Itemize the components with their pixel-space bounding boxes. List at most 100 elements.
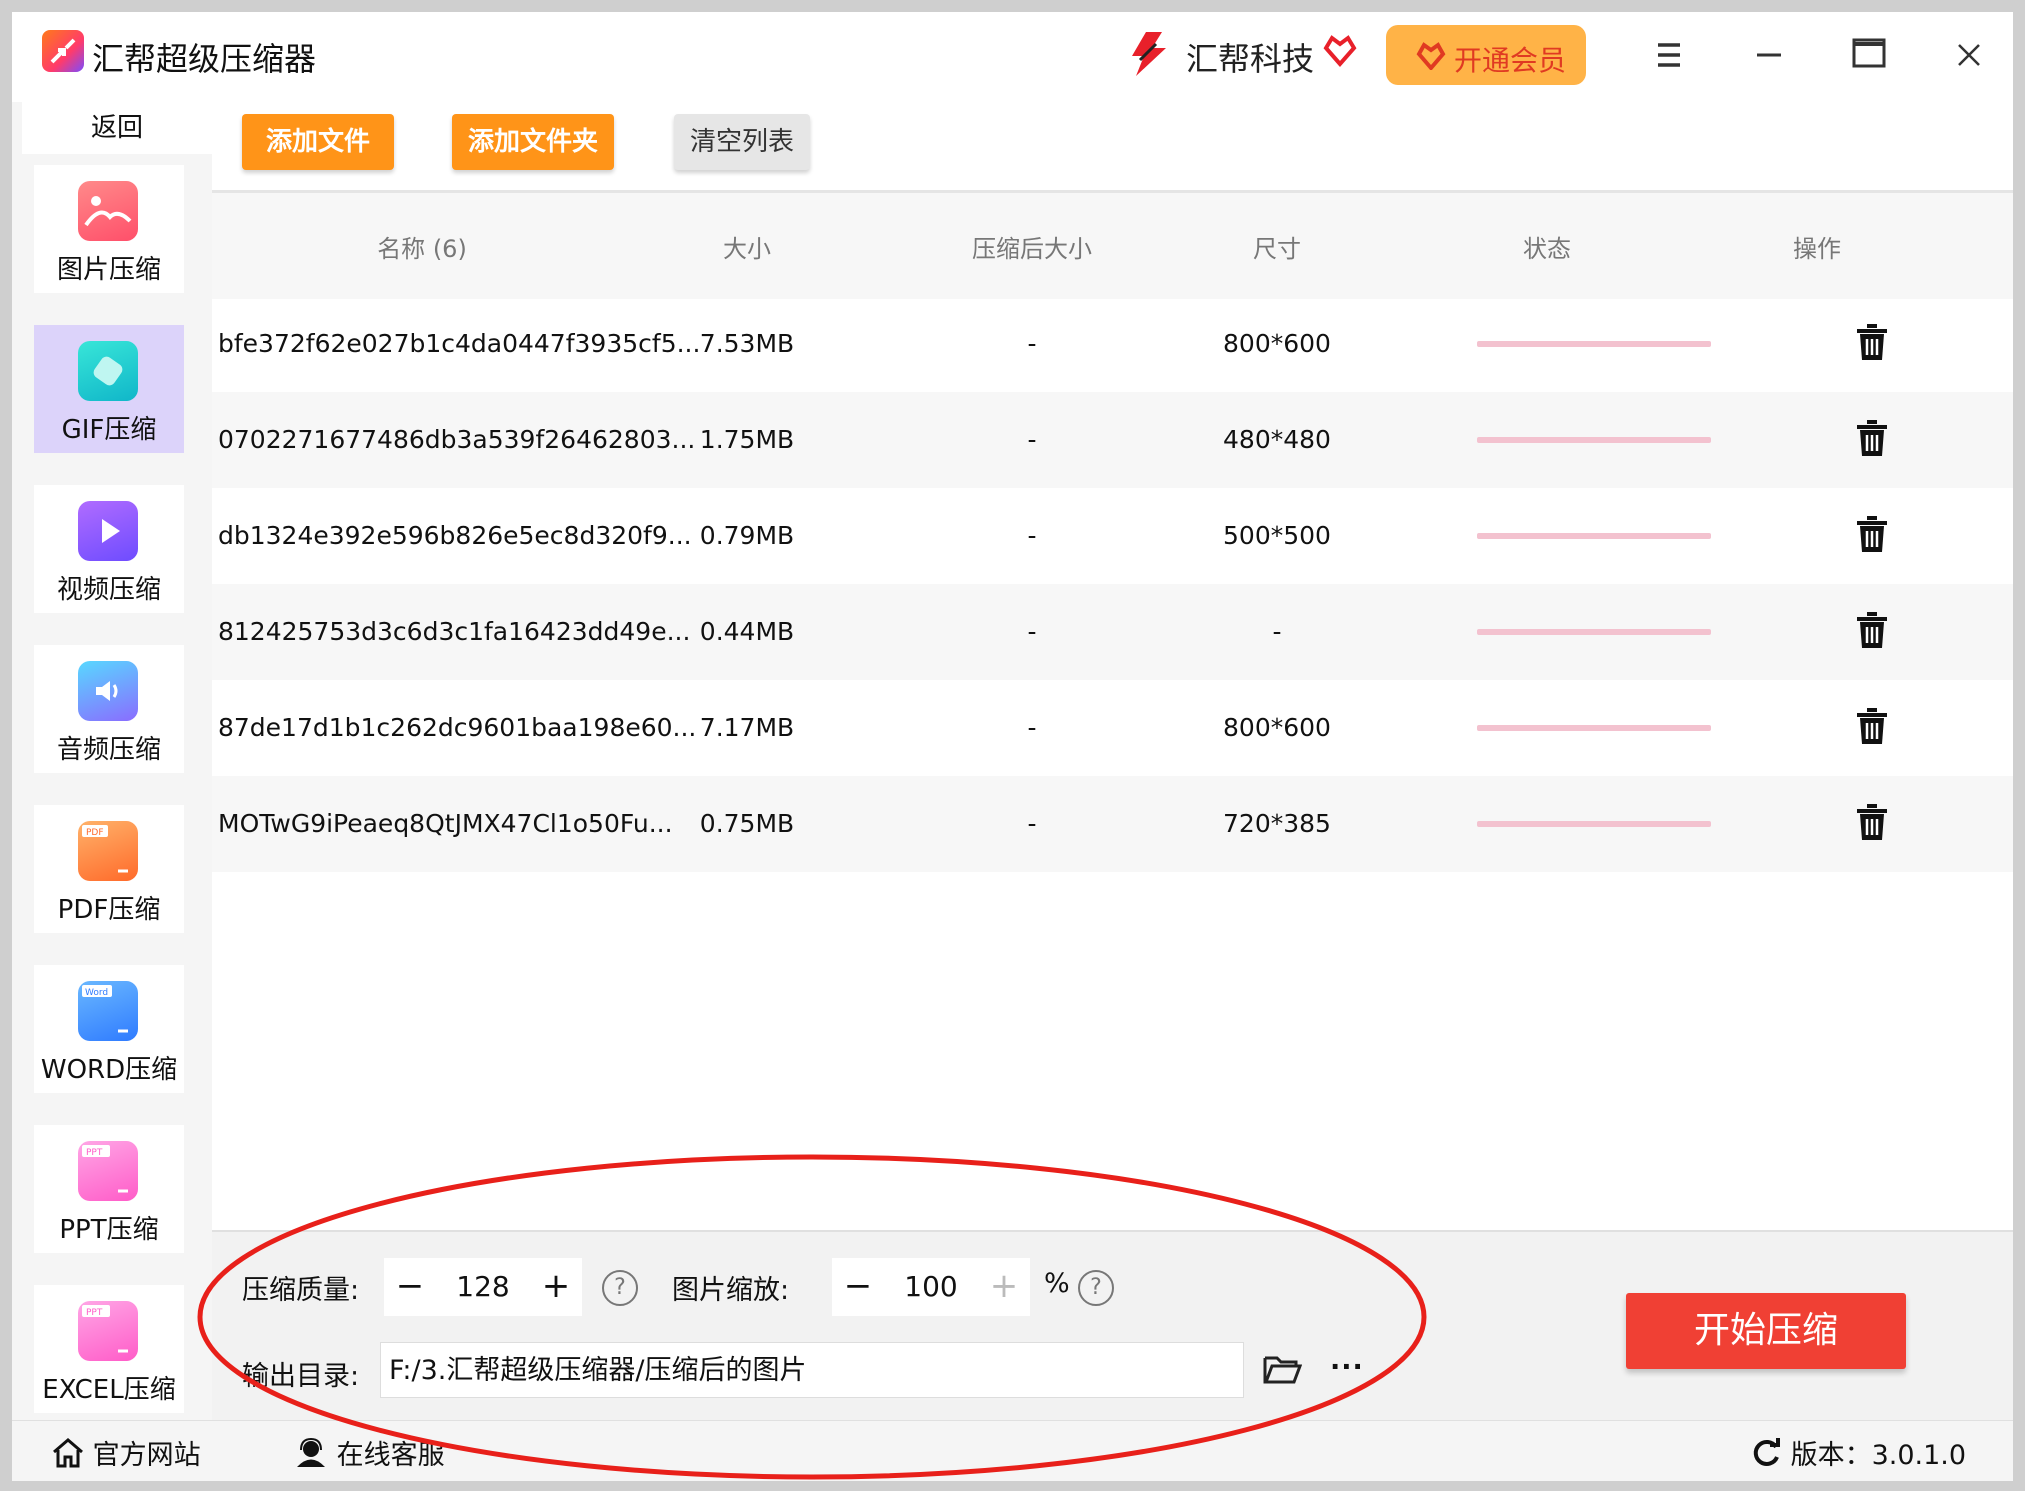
refresh-icon[interactable]: [1750, 1437, 1782, 1476]
trash-icon[interactable]: [1855, 612, 1889, 654]
trash-icon[interactable]: [1855, 708, 1889, 750]
heart-icon: [1322, 32, 1358, 72]
cell-dimensions: 500*500: [1223, 521, 1331, 550]
output-path-field[interactable]: F:/3.汇帮超级压缩器/压缩后的图片: [380, 1342, 1244, 1398]
sidebar-item-image[interactable]: 图片压缩: [34, 165, 184, 293]
scale-decrease-button[interactable]: −: [838, 1264, 878, 1308]
file-table: 名称 (6) 大小 压缩后大小 尺寸 状态 操作 bfe372f62e027b1…: [212, 190, 2013, 1240]
minimize-icon[interactable]: [1744, 30, 1794, 80]
table-row[interactable]: 87de17d1b1c262dc9601baa198e60... 7.17MB - 8…: [212, 680, 2013, 776]
sidebar-item-label: WORD压缩: [40, 1055, 178, 1085]
maximize-icon[interactable]: [1844, 30, 1894, 80]
svg-text:Word: Word: [85, 988, 108, 998]
trash-icon[interactable]: [1855, 420, 1889, 462]
close-icon[interactable]: [1944, 30, 1994, 80]
header-status[interactable]: 状态: [1482, 229, 1612, 264]
cell-compressed-size: -: [1027, 713, 1037, 742]
back-button[interactable]: 返回: [22, 102, 212, 154]
header-size[interactable]: 大小: [682, 229, 812, 264]
title-bar: 汇帮超级压缩器 汇帮科技 开通会员: [12, 12, 2013, 102]
quality-help-icon[interactable]: ?: [602, 1270, 638, 1306]
cell-dimensions: 480*480: [1223, 425, 1331, 454]
app-logo-icon: [42, 30, 84, 72]
menu-icon[interactable]: [1644, 30, 1694, 80]
quality-stepper[interactable]: − 128 +: [384, 1258, 582, 1316]
cell-name: MOTwG9iPeaeq8QtJMX47Cl1o50Fu...: [218, 809, 673, 838]
table-row[interactable]: 0702271677486db3a539f26462803... 1.75MB - 4…: [212, 392, 2013, 488]
sidebar-item-label: GIF压缩: [61, 415, 157, 445]
header-dimensions[interactable]: 尺寸: [1212, 229, 1342, 264]
app-window: 汇帮超级压缩器 汇帮科技 开通会员 返回 图片压缩 GIF压缩 视频压缩 音频压…: [12, 12, 2013, 1481]
scale-help-icon[interactable]: ?: [1078, 1270, 1114, 1306]
table-row[interactable]: 812425753d3c6d3c1fa16423dd49e... 0.44MB - -: [212, 584, 2013, 680]
trash-icon[interactable]: [1855, 516, 1889, 558]
status-progress-bar: [1477, 821, 1711, 827]
cell-size: 0.44MB: [699, 617, 795, 646]
sidebar-item-label: 图片压缩: [56, 255, 161, 285]
cell-size: 0.79MB: [699, 521, 795, 550]
sidebar-item-pdf[interactable]: PDF PDF压缩: [34, 805, 184, 933]
table-row[interactable]: bfe372f62e027b1c4da0447f3935cf5... 7.53MB…: [212, 296, 2013, 392]
cell-size: 0.75MB: [699, 809, 795, 838]
audio-icon: [78, 661, 138, 721]
header-actions[interactable]: 操作: [1742, 229, 1892, 264]
official-website-link[interactable]: 官方网站: [52, 1433, 201, 1475]
folder-open-icon[interactable]: [1262, 1350, 1303, 1390]
table-row[interactable]: MOTwG9iPeaeq8QtJMX47Cl1o50Fu... 0.75MB - 72…: [212, 776, 2013, 872]
cell-size: 7.17MB: [699, 713, 795, 742]
more-options-button[interactable]: ···: [1330, 1352, 1364, 1383]
svg-text:PPT: PPT: [86, 1308, 103, 1318]
online-support-link[interactable]: 在线客服: [294, 1433, 445, 1475]
version-label: 版本：3.0.1.0: [1790, 1440, 1967, 1471]
vip-heart-icon: [1416, 42, 1446, 74]
sidebar-item-gif[interactable]: GIF压缩: [34, 325, 184, 453]
svg-text:PPT: PPT: [86, 1148, 103, 1158]
vip-label: 开通会员: [1454, 44, 1567, 77]
quality-value[interactable]: 128: [440, 1270, 526, 1303]
sidebar-item-ppt[interactable]: PPT PPT压缩: [34, 1125, 184, 1253]
sidebar-item-label: PPT压缩: [59, 1215, 159, 1245]
scale-stepper[interactable]: − 100 +: [832, 1258, 1030, 1316]
quality-label: 压缩质量:: [242, 1275, 360, 1306]
trash-icon[interactable]: [1855, 804, 1889, 846]
sidebar-item-excel[interactable]: PPT EXCEL压缩: [34, 1285, 184, 1413]
sidebar: 返回 图片压缩 GIF压缩 视频压缩 音频压缩 PDF PDF压缩 Word W…: [12, 102, 212, 1420]
ppt-icon: PPT: [78, 1141, 138, 1201]
trash-icon[interactable]: [1855, 324, 1889, 366]
sidebar-item-audio[interactable]: 音频压缩: [34, 645, 184, 773]
header-compressed-size[interactable]: 压缩后大小: [912, 229, 1152, 264]
cell-dimensions: -: [1272, 617, 1282, 646]
status-progress-bar: [1477, 725, 1711, 731]
start-compress-button[interactable]: 开始压缩: [1626, 1293, 1906, 1369]
clear-list-button[interactable]: 清空列表: [674, 114, 810, 170]
quality-decrease-button[interactable]: −: [390, 1264, 430, 1308]
support-agent-icon: [294, 1437, 328, 1475]
cell-name: db1324e392e596b826e5ec8d320f9...: [218, 521, 692, 550]
cell-compressed-size: -: [1027, 617, 1037, 646]
output-label: 输出目录:: [242, 1361, 360, 1392]
percent-sign: %: [1044, 1268, 1070, 1299]
table-row[interactable]: db1324e392e596b826e5ec8d320f9... 0.79MB - 5…: [212, 488, 2013, 584]
app-title: 汇帮超级压缩器: [92, 40, 317, 78]
sidebar-item-video[interactable]: 视频压缩: [34, 485, 184, 613]
brand-logo-icon: [1126, 30, 1172, 82]
excel-icon: PPT: [78, 1301, 138, 1361]
sidebar-item-word[interactable]: Word WORD压缩: [34, 965, 184, 1093]
cell-dimensions: 720*385: [1223, 809, 1331, 838]
sidebar-item-label: EXCEL压缩: [42, 1375, 176, 1405]
scale-value[interactable]: 100: [888, 1270, 974, 1303]
status-progress-bar: [1477, 533, 1711, 539]
svg-text:PDF: PDF: [86, 828, 104, 838]
scale-increase-button[interactable]: +: [984, 1264, 1024, 1308]
cell-dimensions: 800*600: [1223, 713, 1331, 742]
add-folder-button[interactable]: 添加文件夹: [452, 114, 614, 170]
quality-increase-button[interactable]: +: [536, 1264, 576, 1308]
status-progress-bar: [1477, 629, 1711, 635]
add-file-button[interactable]: 添加文件: [242, 114, 394, 170]
sidebar-item-label: 音频压缩: [56, 735, 161, 765]
vip-button[interactable]: 开通会员: [1386, 25, 1586, 85]
cell-name: bfe372f62e027b1c4da0447f3935cf5...: [218, 329, 701, 358]
header-name[interactable]: 名称 (6): [272, 229, 572, 264]
cell-name: 87de17d1b1c262dc9601baa198e60...: [218, 713, 697, 742]
word-icon: Word: [78, 981, 138, 1041]
